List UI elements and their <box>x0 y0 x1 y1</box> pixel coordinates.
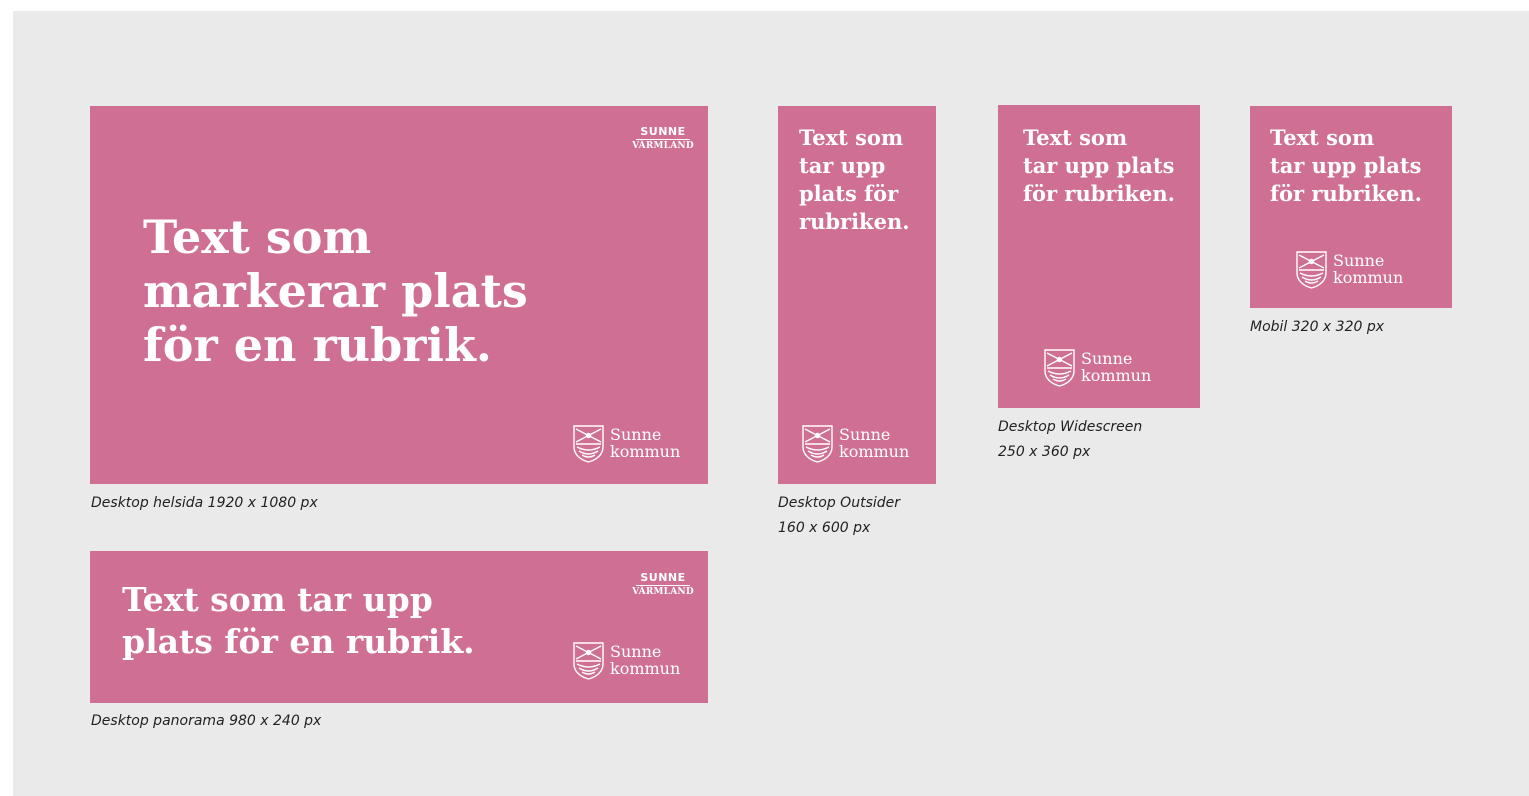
banner-desktop-helsida: Text som markerar plats för en rubrik. S… <box>90 106 708 484</box>
banner-desktop-panorama: Text som tar upp plats för en rubrik. SU… <box>90 551 708 703</box>
banner-desktop-outsider: Text som tar upp plats för rubriken. Sun… <box>778 106 936 484</box>
municipality-logo: Sunne kommun <box>572 423 680 463</box>
caption-desktop-widescreen: Desktop Widescreen 250 x 360 px <box>998 419 1143 460</box>
logo-line2: kommun <box>1081 366 1152 385</box>
banner-headline: Text som tar upp plats för en rubrik. <box>122 580 475 661</box>
coat-of-arms-icon <box>572 423 610 463</box>
region-logo-line2: VÄRMLAND <box>632 141 694 151</box>
banner-mobil: Text som tar upp plats för rubriken. Sun… <box>1250 106 1452 308</box>
logo-line1: Sunne <box>610 642 662 661</box>
region-logo-line1: SUNNE <box>636 571 690 586</box>
logo-line1: Sunne <box>610 425 662 444</box>
coat-of-arms-icon <box>801 423 839 463</box>
banner-headline: Text som tar upp plats för rubriken. <box>1023 125 1175 206</box>
municipality-logo: Sunne kommun <box>1043 347 1151 387</box>
logo-line1: Sunne <box>839 425 891 444</box>
banner-headline: Text som markerar plats för en rubrik. <box>143 210 528 372</box>
logo-line2: kommun <box>1333 268 1404 287</box>
logo-line2: kommun <box>610 659 681 678</box>
caption-desktop-helsida: Desktop helsida 1920 x 1080 px <box>91 495 318 511</box>
region-logo: SUNNE VÄRMLAND <box>630 125 696 152</box>
coat-of-arms-icon <box>1295 249 1333 289</box>
region-logo-line1: SUNNE <box>636 125 690 140</box>
logo-line1: Sunne <box>1333 251 1385 270</box>
caption-mobil: Mobil 320 x 320 px <box>1250 319 1385 335</box>
municipality-logo: Sunne kommun <box>572 640 680 680</box>
banner-headline: Text som tar upp plats för rubriken. <box>1270 125 1422 206</box>
logo-line2: kommun <box>839 442 910 461</box>
banner-desktop-widescreen: Text som tar upp plats för rubriken. Sun… <box>998 105 1200 408</box>
banner-headline: Text som tar upp plats för rubriken. <box>799 125 910 234</box>
coat-of-arms-icon <box>572 640 610 680</box>
municipality-logo: Sunne kommun <box>1295 249 1403 289</box>
coat-of-arms-icon <box>1043 347 1081 387</box>
logo-line2: kommun <box>610 442 681 461</box>
municipality-logo: Sunne kommun <box>801 423 909 463</box>
logo-line1: Sunne <box>1081 349 1133 368</box>
caption-desktop-outsider: Desktop Outsider 160 x 600 px <box>778 495 901 536</box>
caption-desktop-panorama: Desktop panorama 980 x 240 px <box>91 713 322 729</box>
region-logo-line2: VÄRMLAND <box>632 587 694 597</box>
region-logo: SUNNE VÄRMLAND <box>630 571 696 598</box>
